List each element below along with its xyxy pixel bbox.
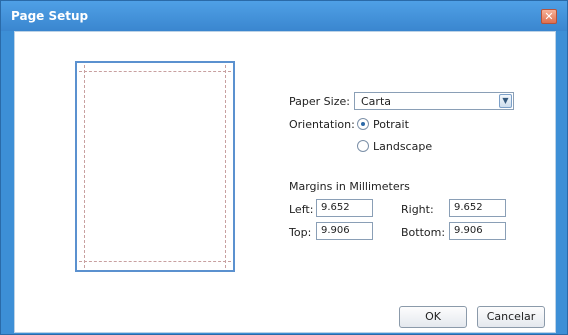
dialog-title: Page Setup [11, 9, 89, 23]
paper-size-value: Carta [361, 95, 391, 108]
ok-button[interactable]: OK [399, 306, 467, 328]
top-margin-input[interactable]: 9.906 [316, 222, 373, 240]
left-margin-label: Left: [289, 203, 314, 216]
right-margin-input[interactable]: 9.652 [449, 199, 506, 217]
right-margin-guide [225, 65, 226, 268]
bottom-margin-input[interactable]: 9.906 [449, 222, 506, 240]
left-margin-input[interactable]: 9.652 [316, 199, 373, 217]
page-setup-dialog: Page Setup ✕ Paper Size: Carta ▼ Orienta… [0, 0, 568, 335]
radio-selected-dot [361, 122, 365, 126]
close-icon: ✕ [544, 10, 554, 23]
right-margin-label: Right: [401, 203, 434, 216]
title-bar[interactable]: Page Setup ✕ [1, 1, 567, 31]
top-margin-guide [79, 71, 231, 72]
margins-heading: Margins in Millimeters [289, 180, 410, 193]
page-preview [75, 61, 235, 272]
cancel-button[interactable]: Cancelar [477, 306, 545, 328]
bottom-margin-guide [79, 261, 231, 262]
paper-size-label: Paper Size: [289, 95, 350, 108]
orientation-label: Orientation: [289, 118, 355, 131]
chevron-down-icon[interactable]: ▼ [499, 94, 512, 108]
landscape-radio[interactable] [357, 140, 369, 152]
dialog-body: Paper Size: Carta ▼ Orientation: Potrait… [14, 31, 556, 333]
bottom-margin-label: Bottom: [401, 226, 446, 239]
close-button[interactable]: ✕ [541, 9, 557, 24]
top-margin-label: Top: [289, 226, 312, 239]
portrait-label[interactable]: Potrait [373, 118, 409, 131]
portrait-radio[interactable] [357, 118, 369, 130]
landscape-label[interactable]: Landscape [373, 140, 432, 153]
paper-size-select[interactable]: Carta ▼ [354, 92, 514, 110]
left-margin-guide [84, 65, 85, 268]
